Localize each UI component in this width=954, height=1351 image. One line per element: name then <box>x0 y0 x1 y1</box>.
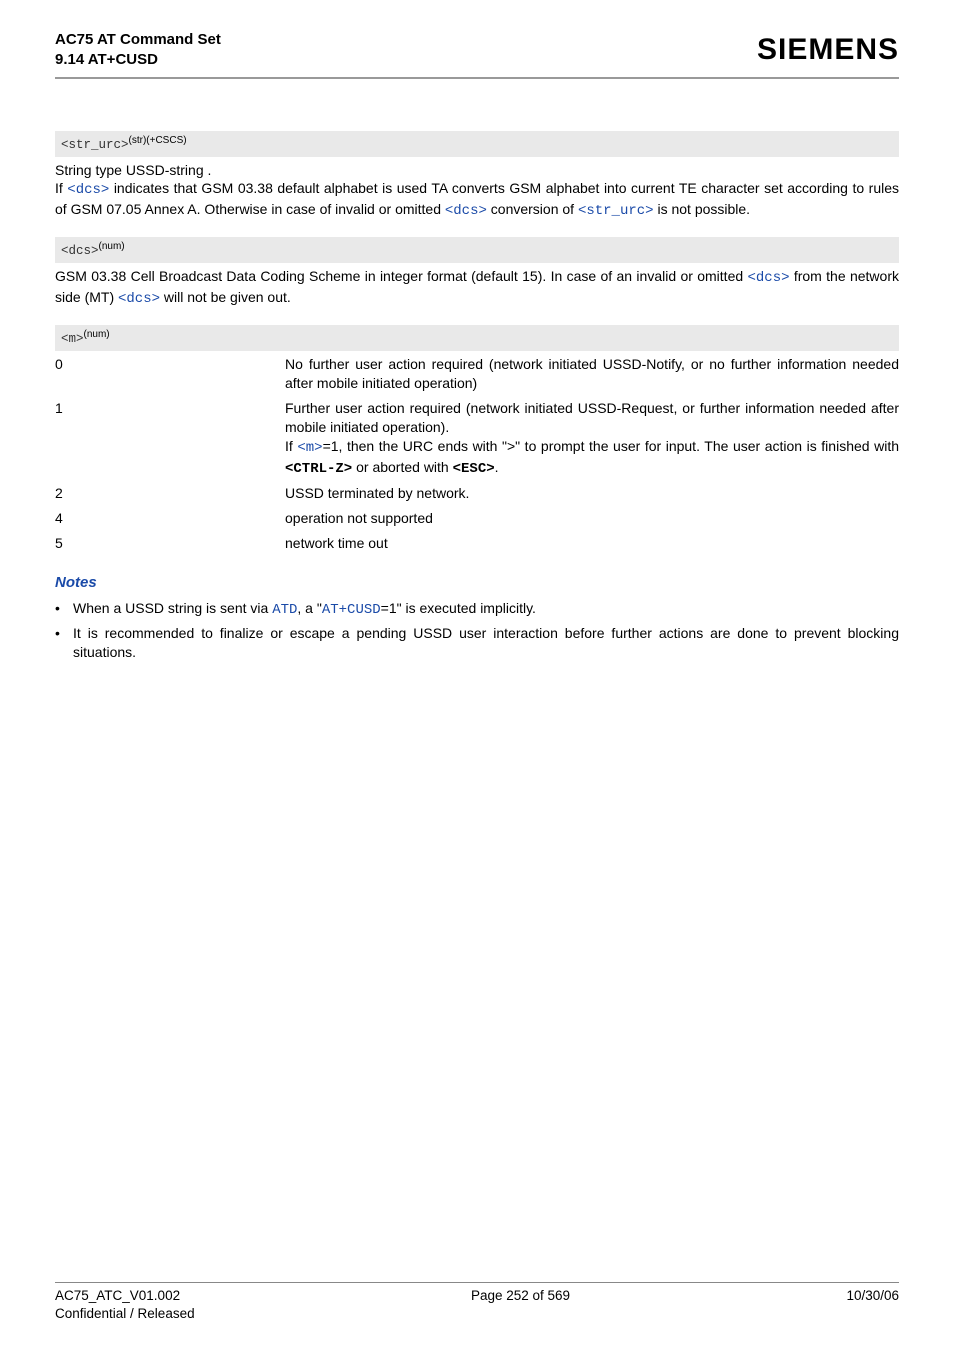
param-dcs-code: <dcs> <box>61 244 99 258</box>
page-number: Page 252 of 569 <box>471 1287 570 1323</box>
param-dcs-desc: GSM 03.38 Cell Broadcast Data Coding Sch… <box>55 267 899 309</box>
dcs-ref: <dcs> <box>445 203 487 219</box>
text: Further user action required (network in… <box>285 400 899 435</box>
param-m-sup: (num) <box>84 329 110 340</box>
footer-date: 10/30/06 <box>846 1287 899 1323</box>
text: =1" is executed implicitly. <box>381 600 536 616</box>
param-m-header: <m>(num) <box>55 325 899 351</box>
doc-title: AC75 AT Command Set <box>55 30 221 50</box>
table-row: 1 Further user action required (network … <box>55 399 899 479</box>
dcs-ref: <dcs> <box>747 270 789 286</box>
dcs-ref: <dcs> <box>118 291 160 307</box>
notes-heading: Notes <box>55 573 899 593</box>
m-val: No further user action required (network… <box>285 355 899 393</box>
m-val: network time out <box>285 534 899 553</box>
footer-divider <box>55 1282 899 1283</box>
param-m-table: 0 No further user action required (netwo… <box>55 355 899 553</box>
param-m-code: <m> <box>61 332 84 346</box>
m-val: Further user action required (network in… <box>285 399 899 479</box>
text: . <box>495 459 499 475</box>
page-header: AC75 AT Command Set 9.14 AT+CUSD SIEMENS <box>55 30 899 71</box>
text: conversion of <box>487 201 578 217</box>
esc-key: <ESC> <box>453 461 495 477</box>
m-key: 0 <box>55 355 285 374</box>
param-dcs-header: <dcs>(num) <box>55 237 899 263</box>
note-text: It is recommended to finalize or escape … <box>73 624 899 662</box>
table-row: 0 No further user action required (netwo… <box>55 355 899 393</box>
footer-left: AC75_ATC_V01.002 Confidential / Released <box>55 1287 195 1323</box>
page-footer: AC75_ATC_V01.002 Confidential / Released… <box>55 1282 899 1323</box>
table-row: 5 network time out <box>55 534 899 553</box>
confidentiality: Confidential / Released <box>55 1306 195 1321</box>
brand-logo: SIEMENS <box>757 30 899 71</box>
m-val: USSD terminated by network. <box>285 484 899 503</box>
table-row: 4 operation not supported <box>55 509 899 528</box>
text: =1, then the URC ends with ">" to prompt… <box>323 438 899 454</box>
m-val: operation not supported <box>285 509 899 528</box>
list-item: • When a USSD string is sent via ATD, a … <box>55 599 899 620</box>
note-text: When a USSD string is sent via ATD, a "A… <box>73 599 899 620</box>
m-ref: <m> <box>297 440 322 456</box>
text: String type USSD-string . <box>55 162 211 178</box>
text: If <box>285 438 297 454</box>
str-urc-ref: <str_urc> <box>578 203 654 219</box>
table-row: 2 USSD terminated by network. <box>55 484 899 503</box>
param-str-urc-desc: String type USSD-string . If <dcs> indic… <box>55 161 899 222</box>
dcs-ref: <dcs> <box>67 182 109 198</box>
param-str-urc-header: <str_urc>(str)(+CSCS) <box>55 131 899 157</box>
list-item: • It is recommended to finalize or escap… <box>55 624 899 662</box>
m-key: 4 <box>55 509 285 528</box>
m-key: 1 <box>55 399 285 418</box>
m-key: 5 <box>55 534 285 553</box>
header-divider <box>55 77 899 79</box>
text: or aborted with <box>352 459 452 475</box>
ctrl-z-key: <CTRL-Z> <box>285 461 352 477</box>
text: is not possible. <box>654 201 751 217</box>
param-str-urc-sup: (str)(+CSCS) <box>129 135 187 146</box>
bullet-icon: • <box>55 624 73 643</box>
text: GSM 03.38 Cell Broadcast Data Coding Sch… <box>55 268 747 284</box>
atd-ref: ATD <box>272 602 297 618</box>
text: , a " <box>297 600 321 616</box>
header-title-block: AC75 AT Command Set 9.14 AT+CUSD <box>55 30 221 71</box>
text: will not be given out. <box>160 289 291 305</box>
text: If <box>55 180 67 196</box>
atcusd-ref: AT+CUSD <box>322 602 381 618</box>
param-str-urc-code: <str_urc> <box>61 138 129 152</box>
bullet-icon: • <box>55 599 73 618</box>
text: When a USSD string is sent via <box>73 600 272 616</box>
param-dcs-sup: (num) <box>99 241 125 252</box>
section-title: 9.14 AT+CUSD <box>55 50 221 70</box>
notes-list: • When a USSD string is sent via ATD, a … <box>55 599 899 662</box>
m-key: 2 <box>55 484 285 503</box>
doc-version: AC75_ATC_V01.002 <box>55 1288 180 1303</box>
